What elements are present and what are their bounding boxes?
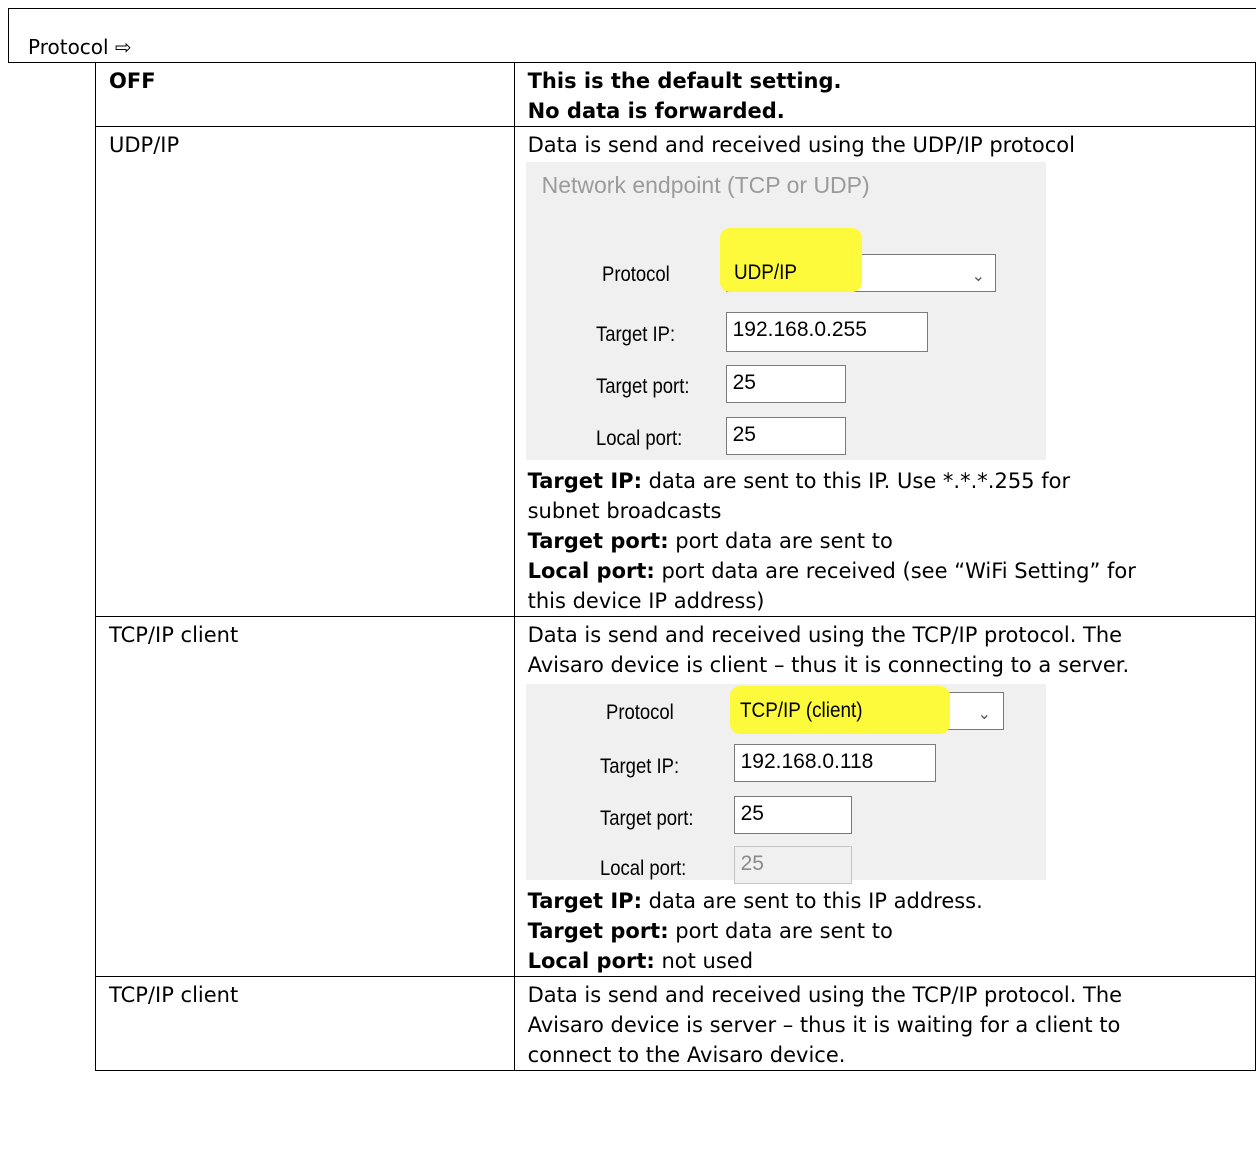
local-port-input[interactable]: 25 [725, 417, 846, 455]
row-name: TCP/IP client [95, 976, 515, 1071]
section-heading: Protocol ⇨ [28, 35, 132, 59]
note-line: Local port: port data are received (see … [528, 556, 1255, 586]
target-port-input[interactable]: 25 [733, 796, 852, 834]
table-row: UDP/IP Data is send and received using t… [95, 126, 1256, 617]
note-label: Local port: [527, 559, 655, 583]
note-line: this device IP address) [528, 586, 1255, 616]
protocol-selected-value: TCP/IP (client) [739, 699, 863, 722]
description-line: This is the default setting. [527, 69, 842, 93]
note-text: data are sent to this IP. Use *.*.*.255 … [641, 469, 1071, 493]
note-label: Target port: [527, 919, 669, 943]
row-name: OFF [95, 62, 515, 127]
target-port-input[interactable]: 25 [725, 365, 846, 403]
target-ip-label: Target IP: [599, 755, 679, 778]
note-text: port data are sent to [668, 529, 893, 553]
chevron-down-icon[interactable]: ⌄ [978, 700, 991, 730]
row-description: Data is send and received using the TCP/… [513, 616, 1256, 977]
description-line: Data is send and received using the UDP/… [527, 133, 1075, 157]
note-line: Target port: port data are sent to [528, 526, 1255, 556]
description-line: No data is forwarded. [527, 99, 785, 123]
row-name: TCP/IP client [95, 616, 515, 977]
note-label: Target port: [527, 529, 669, 553]
note-line: Target port: port data are sent to [528, 916, 1255, 946]
frame-bottom-border [8, 62, 96, 63]
row-description: This is the default setting. No data is … [513, 62, 1256, 127]
row-name: UDP/IP [95, 126, 515, 617]
note-text: subnet broadcasts [527, 499, 722, 523]
target-port-label: Target port: [595, 375, 690, 398]
note-line: subnet broadcasts [528, 496, 1255, 526]
local-port-label: Local port: [599, 857, 686, 880]
target-port-label: Target port: [599, 807, 694, 830]
udp-settings-screenshot: Network endpoint (TCP or UDP) Protocol U… [525, 162, 1046, 460]
note-text: port data are sent to [668, 919, 893, 943]
row-description: Data is send and received using the UDP/… [513, 126, 1256, 617]
description-line: Data is send and received using the TCP/… [527, 983, 1123, 1007]
frame-left-border [8, 8, 9, 62]
note-line: Target IP: data are sent to this IP. Use… [528, 466, 1255, 496]
note-text: port data are received (see “WiFi Settin… [654, 559, 1136, 583]
protocol-label: Protocol [601, 263, 670, 286]
note-text: this device IP address) [527, 589, 765, 613]
protocol-label: Protocol [605, 701, 674, 724]
row-description: Data is send and received using the TCP/… [513, 976, 1256, 1071]
note-line: Local port: not used [528, 946, 1255, 976]
description-line: Avisaro device is server – thus it is wa… [527, 1013, 1121, 1037]
description-line: Data is send and received using the TCP/… [527, 623, 1123, 647]
local-port-input-disabled: 25 [733, 846, 852, 884]
note-text: not used [654, 949, 754, 973]
note-label: Target IP: [527, 889, 642, 913]
note-label: Target IP: [527, 469, 642, 493]
description-line: connect to the Avisaro device. [527, 1043, 846, 1067]
tcp-client-settings-screenshot: Protocol TCP/IP (client) ⌄ Target IP: 19… [525, 684, 1046, 884]
target-ip-label: Target IP: [595, 323, 675, 346]
note-label: Local port: [527, 949, 655, 973]
note-text: data are sent to this IP address. [641, 889, 983, 913]
protocol-table: OFF This is the default setting. No data… [95, 62, 1256, 1071]
note-line: Target IP: data are sent to this IP addr… [528, 886, 1255, 916]
local-port-label: Local port: [595, 427, 682, 450]
table-row: OFF This is the default setting. No data… [95, 62, 1256, 127]
table-row: TCP/IP client Data is send and received … [95, 976, 1256, 1071]
frame-top-border [8, 8, 1256, 9]
table-row: TCP/IP client Data is send and received … [95, 616, 1256, 977]
group-title: Network endpoint (TCP or UDP) [541, 172, 870, 198]
chevron-down-icon[interactable]: ⌄ [972, 262, 985, 292]
protocol-selected-value: UDP/IP [733, 261, 797, 284]
target-ip-input[interactable]: 192.168.0.118 [733, 744, 936, 782]
description-line: Avisaro device is client – thus it is co… [527, 653, 1130, 677]
target-ip-input[interactable]: 192.168.0.255 [725, 312, 928, 352]
